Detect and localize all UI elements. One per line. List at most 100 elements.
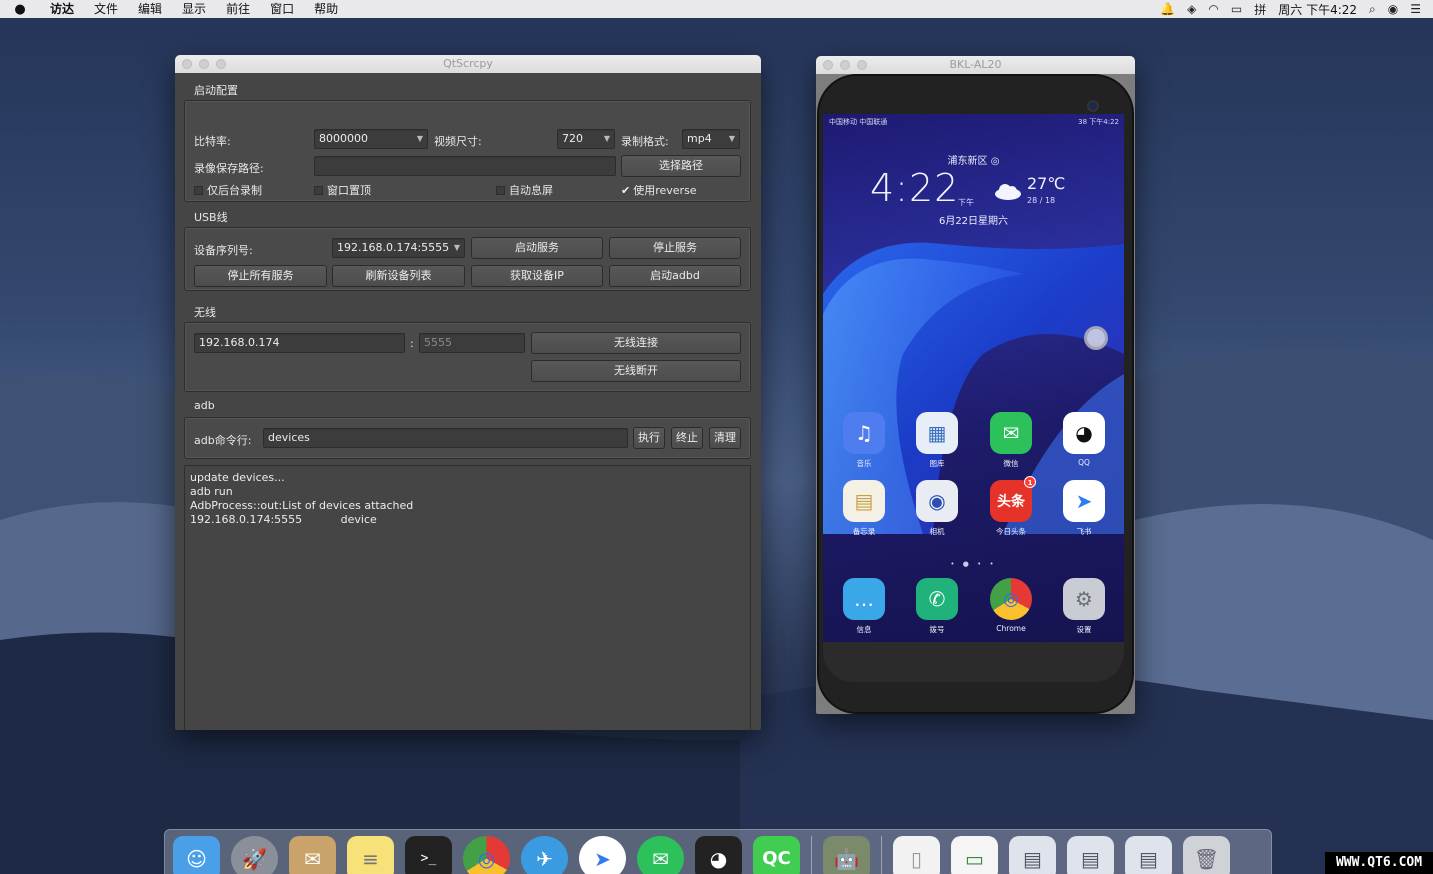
document-icon[interactable]: ▯	[893, 836, 940, 874]
phone-screen[interactable]: 中国移动 中国联通 38 下午4:22 浦东新区 ◎ 4:22 下午 27℃ 2…	[823, 114, 1124, 642]
home-clock[interactable]: 4:22	[870, 166, 959, 210]
zoom-window-button[interactable]	[216, 59, 226, 69]
app-camera[interactable]: ◉ 相机	[907, 480, 967, 537]
select-path-button[interactable]: 选择路径	[621, 155, 741, 177]
finder-icon[interactable]: ☺	[173, 836, 220, 874]
screenshot-icon[interactable]: ▤	[1125, 836, 1172, 874]
menu-window[interactable]: 窗口	[260, 0, 304, 18]
use-reverse-label: 使用reverse	[633, 184, 697, 197]
phone-icon: ✆	[916, 578, 958, 620]
app-notes[interactable]: ▤ 备忘录	[834, 480, 894, 537]
app-chrome[interactable]: ◎ Chrome	[981, 578, 1041, 633]
app-label: 相机	[929, 527, 945, 536]
menu-help[interactable]: 帮助	[304, 0, 348, 18]
stop-service-button[interactable]: 停止服务	[609, 237, 741, 259]
record-format-combo[interactable]: mp4 ▼	[682, 129, 740, 149]
zoom-window-button[interactable]	[857, 60, 867, 70]
bg-record-checkbox[interactable]: 仅后台录制	[194, 182, 262, 198]
app-messages[interactable]: … 信息	[834, 578, 894, 635]
app-qq[interactable]: ◕ QQ	[1054, 412, 1114, 467]
menu-go[interactable]: 前往	[216, 0, 260, 18]
always-top-checkbox[interactable]: 窗口置顶	[314, 182, 371, 198]
menu-edit[interactable]: 编辑	[128, 0, 172, 18]
battery-icon[interactable]: ▭	[1231, 2, 1242, 16]
close-window-button[interactable]	[823, 60, 833, 70]
screenshot-icon[interactable]: ▤	[1009, 836, 1056, 874]
app-toutiao[interactable]: 头条 1 今日头条	[981, 476, 1041, 537]
terminal-icon[interactable]: >_	[405, 836, 452, 874]
use-reverse-checkbox[interactable]: ✔ 使用reverse	[621, 182, 697, 198]
app-feishu[interactable]: ➤ 飞书	[1054, 480, 1114, 537]
apple-icon[interactable]: ●	[0, 2, 40, 17]
ip-port-separator: :	[410, 337, 414, 350]
trash-icon[interactable]: 🗑	[1183, 836, 1230, 874]
qtcreator-icon[interactable]: QC	[753, 836, 800, 874]
chrome-icon[interactable]: ◎	[463, 836, 510, 874]
close-screen-checkbox[interactable]: 自动息屏	[496, 182, 553, 198]
app-wechat[interactable]: ✉ 微信	[981, 412, 1041, 469]
weather-location[interactable]: 浦东新区 ◎	[823, 152, 1124, 167]
video-size-combo[interactable]: 720 ▼	[557, 129, 615, 149]
start-service-button[interactable]: 启动服务	[471, 237, 603, 259]
serial-value: 192.168.0.174:5555	[337, 241, 450, 254]
close-screen-label: 自动息屏	[509, 184, 553, 197]
app-label: 音乐	[856, 459, 872, 468]
output-console[interactable]: update devices... adb run AdbProcess::ou…	[184, 465, 751, 730]
notes-icon[interactable]: ≡	[347, 836, 394, 874]
app-music[interactable]: ♫ 音乐	[834, 412, 894, 469]
notification-center-icon[interactable]: ☰	[1410, 2, 1421, 16]
menu-clock[interactable]: 周六 下午4:22	[1278, 1, 1357, 18]
wireless-port-input[interactable]: 5555	[419, 333, 525, 353]
wireless-disconnect-button[interactable]: 无线断开	[531, 360, 741, 382]
console-line: AdbProcess::out:List of devices attached	[190, 499, 414, 512]
app-label: 飞书	[1076, 527, 1092, 536]
qtscrcpy-body: 启动配置 比特率: 8000000 ▼ 视频尺寸: 720 ▼ 录制格式: mp4 ▼…	[175, 73, 761, 730]
clear-button[interactable]: 清理	[709, 427, 741, 449]
bitrate-combo[interactable]: 8000000 ▼	[314, 129, 428, 149]
record-path-input[interactable]	[314, 156, 616, 176]
stop-all-services-button[interactable]: 停止所有服务	[194, 265, 327, 287]
adb-command-input[interactable]: devices	[263, 428, 628, 448]
siri-icon[interactable]: ◉	[1388, 2, 1398, 16]
input-method-indicator[interactable]: 拼	[1254, 1, 1266, 18]
wifi-icon[interactable]: ◠	[1208, 2, 1218, 16]
android-icon[interactable]: 🤖	[823, 836, 870, 874]
get-device-ip-button[interactable]: 获取设备IP	[471, 265, 603, 287]
menu-finder[interactable]: 访达	[40, 0, 84, 18]
start-adbd-button[interactable]: 启动adbd	[609, 265, 741, 287]
app-settings[interactable]: ⚙ 设置	[1054, 578, 1114, 635]
menu-view[interactable]: 显示	[172, 0, 216, 18]
wireless-ip-input[interactable]: 192.168.0.174	[194, 333, 405, 353]
refresh-devices-button[interactable]: 刷新设备列表	[332, 265, 465, 287]
weather-range: 28 / 18	[1027, 196, 1056, 205]
shield-icon[interactable]: ◈	[1187, 2, 1196, 16]
qq-icon[interactable]: ◕	[695, 836, 742, 874]
serial-combo[interactable]: 192.168.0.174:5555 ▼	[332, 238, 465, 258]
preview-icon[interactable]: ▭	[951, 836, 998, 874]
section-usb: USB线	[194, 211, 228, 224]
feishu-icon[interactable]: ➤	[579, 836, 626, 874]
execute-button[interactable]: 执行	[633, 427, 665, 449]
bell-icon[interactable]: 🔔	[1160, 2, 1175, 16]
terminate-button[interactable]: 终止	[671, 427, 703, 449]
app-dialer[interactable]: ✆ 拨号	[907, 578, 967, 635]
toutiao-icon: 头条 1	[990, 476, 1036, 522]
launchpad-icon[interactable]: 🚀	[231, 836, 278, 874]
screenshot-icon[interactable]: ▤	[1067, 836, 1114, 874]
qtscrcpy-titlebar[interactable]: QtScrcpy	[175, 55, 761, 73]
always-top-label: 窗口置顶	[327, 184, 371, 197]
menu-file[interactable]: 文件	[84, 0, 128, 18]
floating-navigation-ball[interactable]	[1084, 326, 1108, 350]
spotlight-search-icon[interactable]: ⌕	[1369, 2, 1376, 17]
toutiao-glyph: 头条	[997, 494, 1025, 510]
wechat-icon[interactable]: ✉	[637, 836, 684, 874]
minimize-window-button[interactable]	[840, 60, 850, 70]
close-window-button[interactable]	[182, 59, 192, 69]
bird-app-icon[interactable]: ✈	[521, 836, 568, 874]
app-gallery[interactable]: ▦ 图库	[907, 412, 967, 469]
wireless-connect-button[interactable]: 无线连接	[531, 332, 741, 354]
phone-titlebar[interactable]: BKL-AL20	[816, 56, 1135, 74]
minimize-window-button[interactable]	[199, 59, 209, 69]
mail-icon[interactable]: ✉	[289, 836, 336, 874]
phone-window-title: BKL-AL20	[949, 58, 1002, 71]
